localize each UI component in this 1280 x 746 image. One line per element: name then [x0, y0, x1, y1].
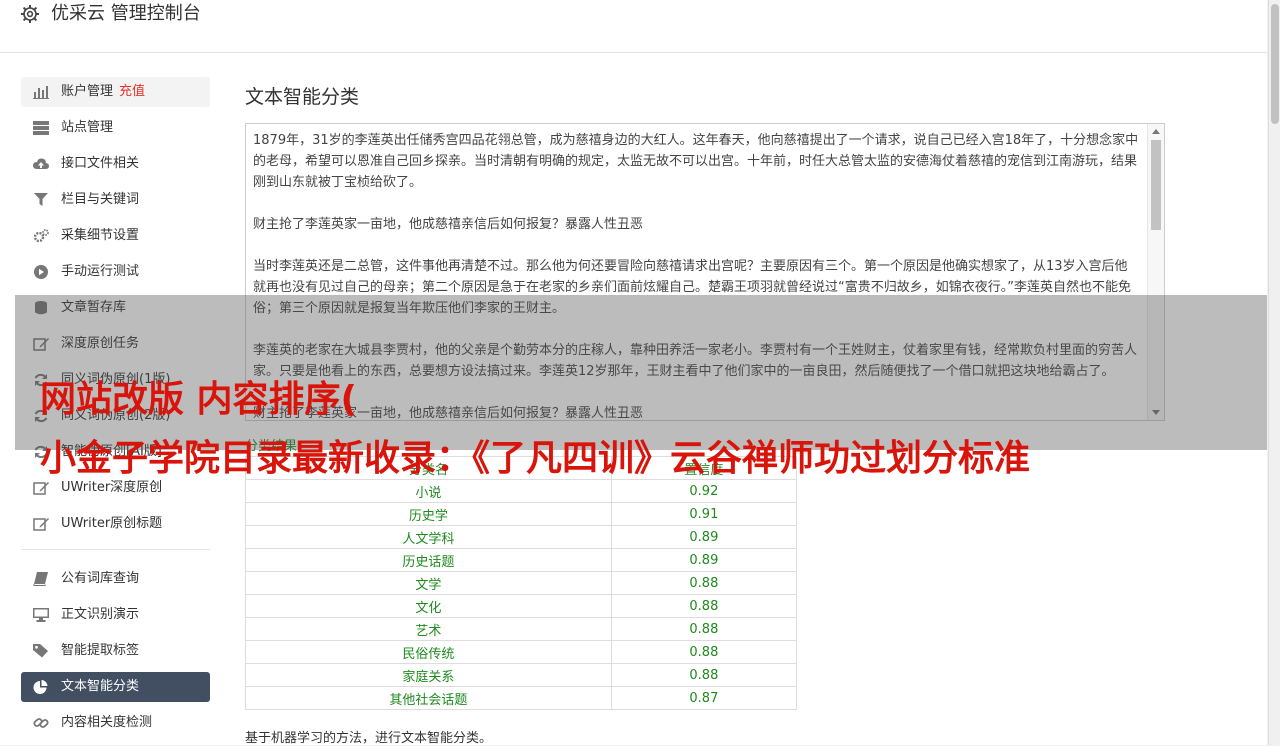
footnote-text: 基于机器学习的方法，进行文本智能分类。: [245, 731, 493, 746]
edit-icon: [33, 518, 49, 531]
sidebar-item-extract-tags[interactable]: 智能提取标签: [21, 636, 210, 666]
category-cell: 历史话题: [245, 548, 612, 572]
table-row: 历史学 0.91: [245, 502, 798, 526]
textarea-scrollbar-thumb[interactable]: [1151, 140, 1161, 230]
sidebar-item-sites[interactable]: 站点管理: [21, 113, 210, 143]
page-title: 文本智能分类: [245, 86, 360, 108]
sidebar-item-collect-settings[interactable]: 采集细节设置: [21, 221, 210, 251]
confidence-cell: 0.88: [610, 617, 798, 641]
sidebar-item-uwriter-title[interactable]: UWriter原创标题: [21, 509, 210, 539]
table-row: 人文学科 0.89: [245, 525, 798, 549]
sidebar-divider: [21, 549, 210, 550]
table-row: 历史话题 0.89: [245, 548, 798, 572]
tag-icon: [33, 644, 48, 658]
play-circle-icon: [34, 265, 48, 279]
overlay-headline-1: 网站改版 内容排序(: [40, 379, 357, 420]
sidebar-item-relevance-check[interactable]: 内容相关度检测: [21, 708, 210, 738]
sidebar-item-label: 接口文件相关: [61, 156, 140, 171]
sidebar-item-manual-run[interactable]: 手动运行测试: [21, 257, 210, 287]
sidebar-item-label: 文本智能分类: [61, 679, 140, 694]
table-row: 家庭关系 0.88: [245, 663, 798, 687]
pie-chart-icon: [33, 680, 48, 694]
book-icon: [33, 572, 48, 586]
category-cell: 民俗传统: [245, 640, 612, 664]
sidebar-item-public-lexicon[interactable]: 公有词库查询: [21, 564, 210, 594]
server-icon: [33, 121, 49, 135]
page-scrollbar-thumb[interactable]: [1271, 4, 1279, 124]
bar-chart-icon: [33, 86, 49, 99]
confidence-cell: 0.88: [610, 663, 798, 687]
table-row: 文化 0.88: [245, 594, 798, 618]
table-row: 艺术 0.88: [245, 617, 798, 641]
app-title: 优采云 管理控制台: [51, 3, 201, 24]
sidebar-item-account[interactable]: 账户管理 充值: [21, 77, 210, 107]
main-content: 文本智能分类 1879年，31岁的李莲英出任储秀宫四品花翎总管，成为慈禧身边的大…: [245, 85, 1165, 746]
category-cell: 历史学: [245, 502, 612, 526]
page-scrollbar[interactable]: [1268, 0, 1280, 745]
sidebar-item-label: 正文识别演示: [61, 607, 140, 622]
confidence-cell: 0.89: [610, 525, 798, 549]
confidence-cell: 0.88: [610, 640, 798, 664]
confidence-cell: 0.92: [610, 479, 798, 503]
sidebar-item-text-recognition[interactable]: 正文识别演示: [21, 600, 210, 630]
overlay-banner: [15, 295, 1267, 450]
table-row: 文学 0.88: [245, 571, 798, 595]
gear-icon: [21, 5, 39, 23]
confidence-cell: 0.87: [610, 686, 798, 710]
table-row: 其他社会话题 0.87: [245, 686, 798, 710]
category-cell: 人文学科: [245, 525, 612, 549]
overlay-headline-2: 小金子学院目录最新收录：《了凡四训》云谷禅师功过划分标准: [40, 438, 1031, 479]
table-row: 小说 0.92: [245, 479, 798, 503]
sidebar-item-text-classify[interactable]: 文本智能分类: [21, 672, 210, 702]
scroll-up-icon[interactable]: [1152, 129, 1160, 134]
gears-icon: [33, 229, 49, 243]
sidebar-item-label: 内容相关度检测: [61, 715, 153, 730]
confidence-cell: 0.89: [610, 548, 798, 572]
category-cell: 其他社会话题: [245, 686, 612, 710]
sidebar-item-label: 公有词库查询: [61, 571, 140, 586]
confidence-cell: 0.88: [610, 594, 798, 618]
category-cell: 文化: [245, 594, 612, 618]
confidence-cell: 0.88: [610, 571, 798, 595]
sidebar-item-label: 智能提取标签: [61, 643, 140, 658]
sidebar-item-interface-files[interactable]: 接口文件相关: [21, 149, 210, 179]
category-cell: 家庭关系: [245, 663, 612, 687]
filter-icon: [34, 193, 48, 206]
sidebar-item-label: 账户管理: [61, 84, 114, 99]
sidebar-item-label: 手动运行测试: [61, 264, 140, 279]
sidebar-item-label: UWriter原创标题: [61, 516, 163, 531]
edit-icon: [33, 482, 49, 495]
link-icon: [33, 718, 49, 728]
confidence-cell: 0.91: [610, 502, 798, 526]
sidebar-item-label: 栏目与关键词: [61, 192, 140, 207]
sidebar-item-label: 站点管理: [61, 120, 114, 135]
monitor-icon: [33, 608, 49, 622]
table-row: 民俗传统 0.88: [245, 640, 798, 664]
classification-result-table: 分类名 置信度 小说 0.92 历史学 0.91 人文学科 0.89 历史话题 0.89…: [245, 456, 798, 710]
sidebar-item-label: 采集细节设置: [61, 228, 140, 243]
top-header: 优采云 管理控制台: [0, 0, 1267, 53]
sidebar-item-columns-keywords[interactable]: 栏目与关键词: [21, 185, 210, 215]
category-cell: 小说: [245, 479, 612, 503]
recharge-link[interactable]: 充值: [119, 84, 145, 99]
cloud-upload-icon: [33, 158, 49, 169]
category-cell: 艺术: [245, 617, 612, 641]
category-cell: 文学: [245, 571, 612, 595]
